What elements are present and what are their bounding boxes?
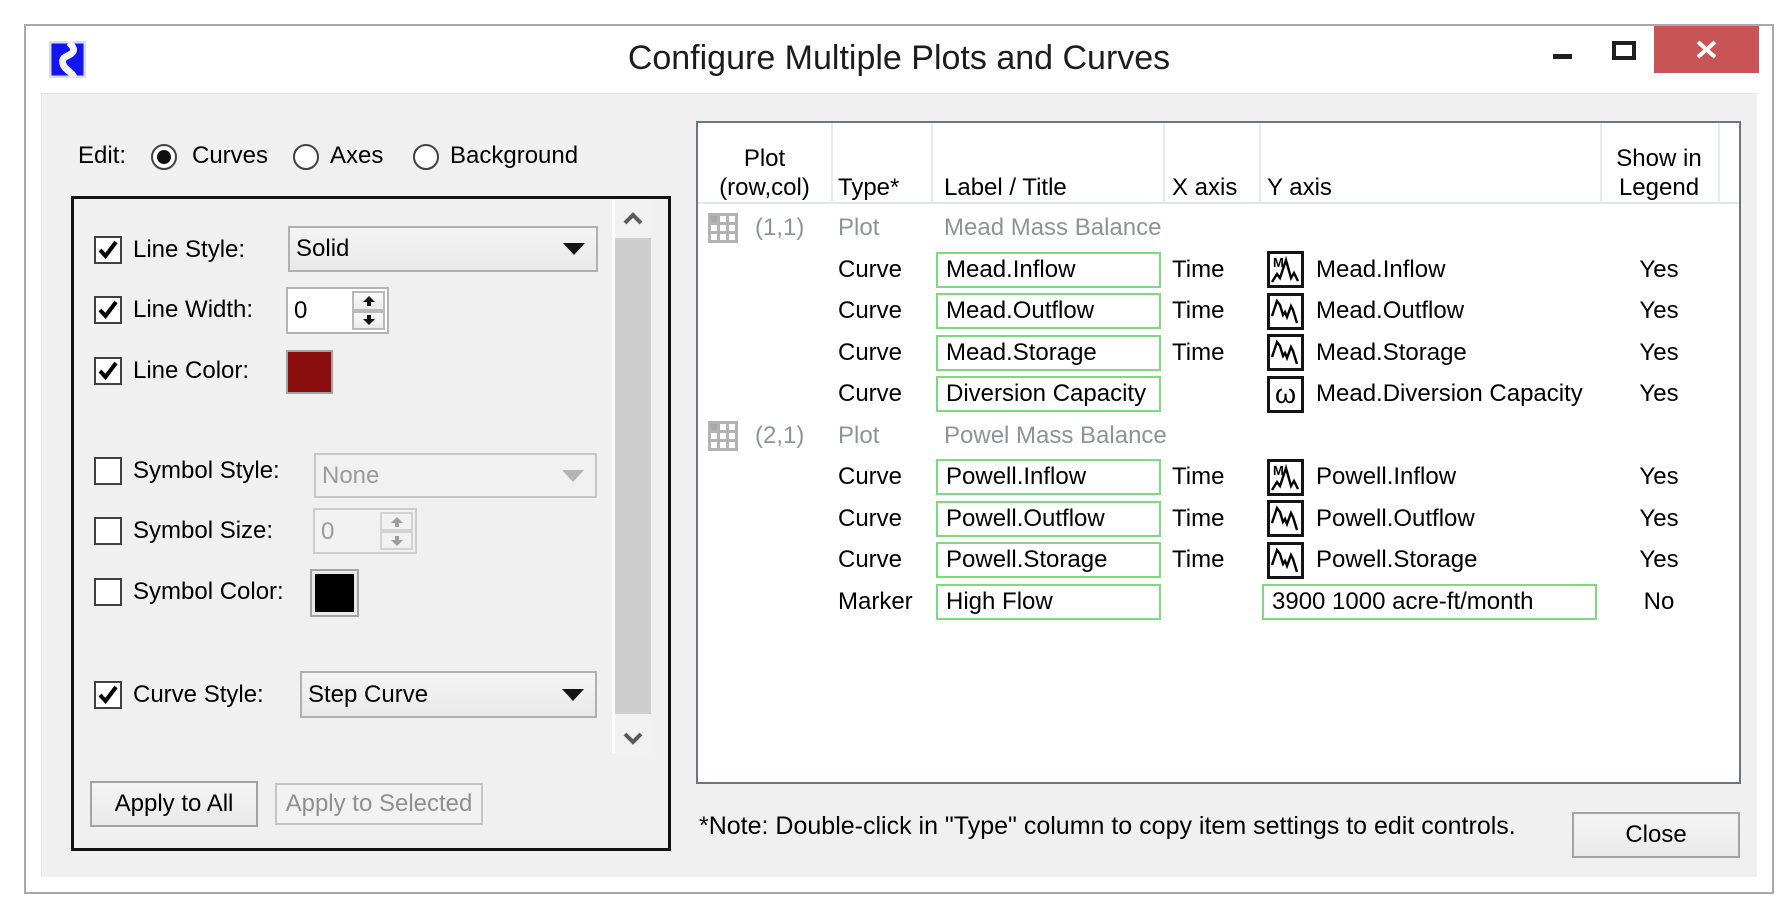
- svg-text:ω: ω: [1275, 379, 1296, 409]
